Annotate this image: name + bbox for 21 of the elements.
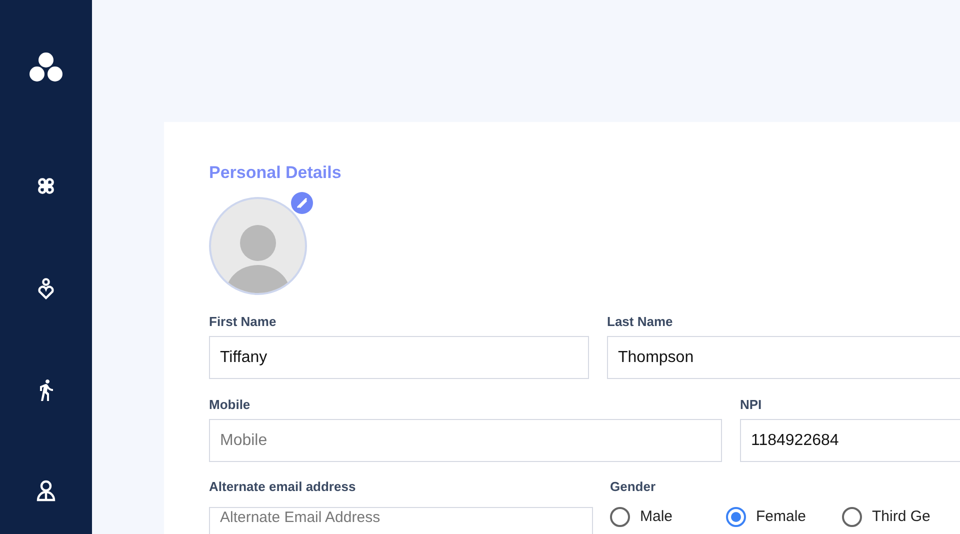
field-label: First Name [209,314,278,330]
gender-radio[interactable]: Third Ge [842,507,946,527]
edit-photo-button[interactable] [291,192,313,214]
input-field[interactable]: 1184922684 [740,419,960,462]
input-field[interactable]: Alternate Email Address [209,507,593,534]
input-field[interactable]: Tiffany [209,336,589,379]
field-label: Mobile [209,397,252,413]
logo-icon [29,52,63,82]
gender-label: Gender [610,479,657,495]
field-label: Last Name [607,314,674,330]
grid-icon[interactable] [36,176,56,196]
heart-person-icon[interactable] [37,278,55,300]
field-label: NPI [740,397,763,413]
pencil-icon [296,197,308,209]
gender-radio[interactable]: Male [610,507,714,527]
person-icon[interactable] [36,480,56,502]
input-field[interactable]: Mobile [209,419,722,462]
section-title: Personal Details [209,163,342,183]
gender-radio[interactable]: Female [726,507,830,527]
input-field[interactable]: Thompson [607,336,960,379]
field-label: Alternate email address [209,479,357,495]
